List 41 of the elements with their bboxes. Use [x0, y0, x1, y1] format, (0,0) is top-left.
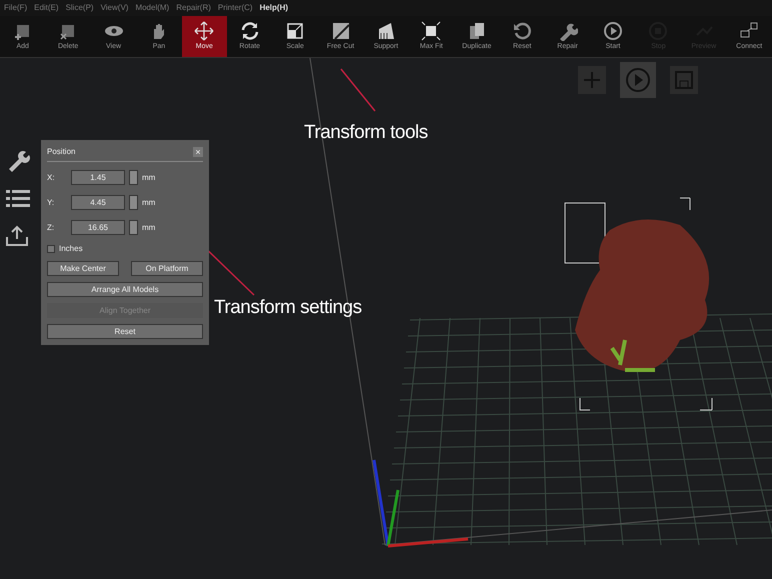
field-label: Y: — [47, 196, 56, 208]
field-label: X: — [47, 172, 56, 184]
unit-label: mm — [142, 196, 156, 208]
menu-item[interactable]: Printer(C) — [218, 2, 253, 14]
spinner-control[interactable] — [129, 220, 138, 235]
panel-button[interactable]: Reset — [47, 324, 203, 339]
panel-button[interactable]: Make Center — [47, 261, 119, 276]
menu-item[interactable]: Model(M) — [135, 2, 170, 14]
play-icon — [602, 20, 623, 41]
number-field[interactable]: 4.45 — [71, 195, 125, 210]
close-button[interactable]: × — [193, 147, 203, 157]
spinner-control[interactable] — [129, 170, 138, 185]
spinner-control[interactable] — [129, 195, 138, 210]
menu-item[interactable]: Help(H) — [260, 2, 288, 14]
checkbox-label: Inches — [59, 243, 83, 255]
menu-item[interactable]: View(V) — [100, 2, 128, 14]
max-fit-icon — [421, 20, 442, 41]
menu-item[interactable]: Repair(R) — [176, 2, 211, 14]
axes-icon — [370, 458, 470, 550]
unit-label: mm — [142, 172, 156, 184]
menu-item[interactable]: Edit(E) — [34, 2, 59, 14]
number-field[interactable]: 1.45 — [71, 170, 125, 185]
number-field[interactable]: 16.65 — [71, 220, 125, 235]
leader-line — [340, 68, 376, 112]
list-icon[interactable] — [6, 188, 30, 208]
annotation-text: Transform settings — [214, 296, 362, 320]
menu-item[interactable]: Slice(P) — [66, 2, 94, 14]
move-arrows-icon — [194, 20, 214, 41]
panel-button[interactable]: Arrange All Models — [47, 282, 203, 297]
scale-icon — [285, 20, 306, 41]
checkbox[interactable] — [47, 245, 55, 253]
unit-label: mm — [142, 222, 156, 234]
rotate-arrows-icon — [240, 20, 260, 41]
upload-icon[interactable] — [6, 224, 28, 246]
cut-icon — [330, 20, 351, 41]
field-label: Z: — [47, 222, 56, 234]
annotation-text: Transform tools — [304, 121, 428, 145]
panel-button[interactable]: On Platform — [131, 261, 203, 276]
menu-item[interactable]: File(F) — [4, 2, 28, 14]
reset-icon — [512, 20, 532, 41]
panel-title: Position — [47, 146, 76, 158]
